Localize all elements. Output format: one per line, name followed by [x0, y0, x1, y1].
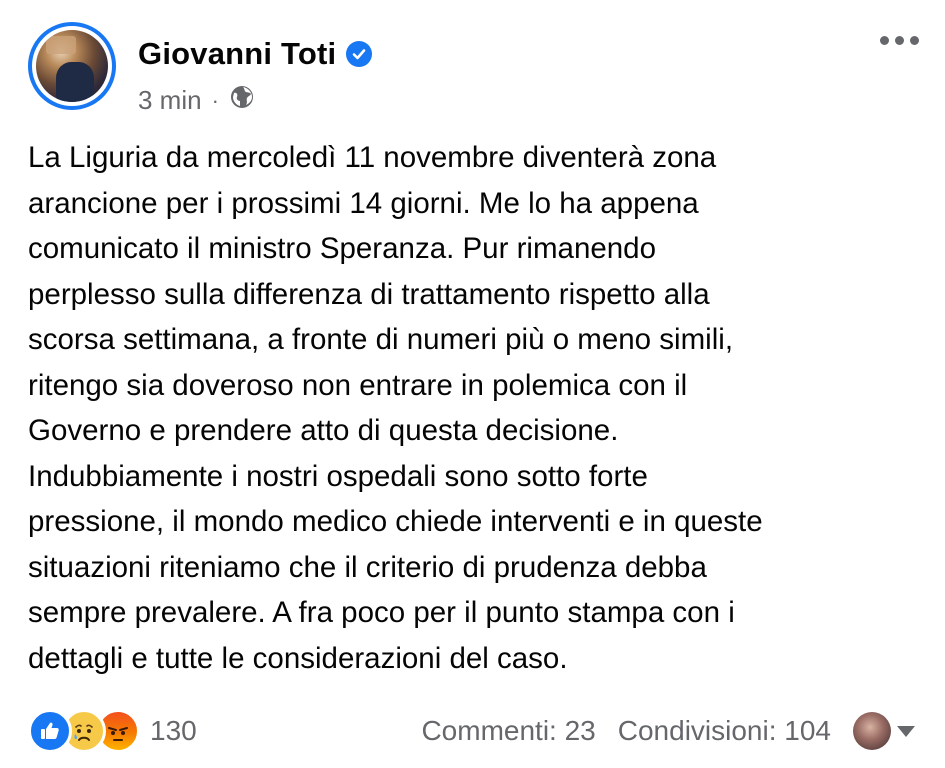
more-dot-icon [880, 36, 889, 45]
reacting-as-avatar[interactable] [853, 712, 891, 750]
chevron-down-icon[interactable] [897, 725, 915, 737]
verified-badge-icon [346, 41, 373, 67]
more-dot-icon [895, 36, 904, 45]
reaction-count: 130 [150, 715, 197, 746]
author-name-row: Giovanni Toti [138, 36, 373, 72]
shares-count-link[interactable]: Condivisioni: 104 [618, 715, 831, 747]
post-time[interactable]: 3 min [138, 85, 202, 116]
meta-separator: · [211, 87, 219, 113]
engagement-stats: Commenti: 23 Condivisioni: 104 [421, 715, 831, 747]
comments-count-link[interactable]: Commenti: 23 [421, 715, 595, 747]
author-name[interactable]: Giovanni Toti [138, 36, 336, 72]
reactions-summary[interactable]: 130 [28, 709, 197, 753]
post-footer: 130 Commenti: 23 Condivisioni: 104 [28, 706, 915, 756]
more-options-button[interactable] [880, 36, 919, 45]
post-meta: 3 min · [138, 84, 255, 117]
post-header: Giovanni Toti 3 min · [28, 22, 925, 122]
more-dot-icon [910, 36, 919, 45]
author-avatar[interactable] [28, 22, 116, 110]
avatar-photo [36, 30, 108, 102]
like-reaction-icon [28, 709, 72, 753]
globe-icon [229, 84, 255, 117]
post-text: La Liguria da mercoledì 11 novembre dive… [28, 141, 763, 675]
